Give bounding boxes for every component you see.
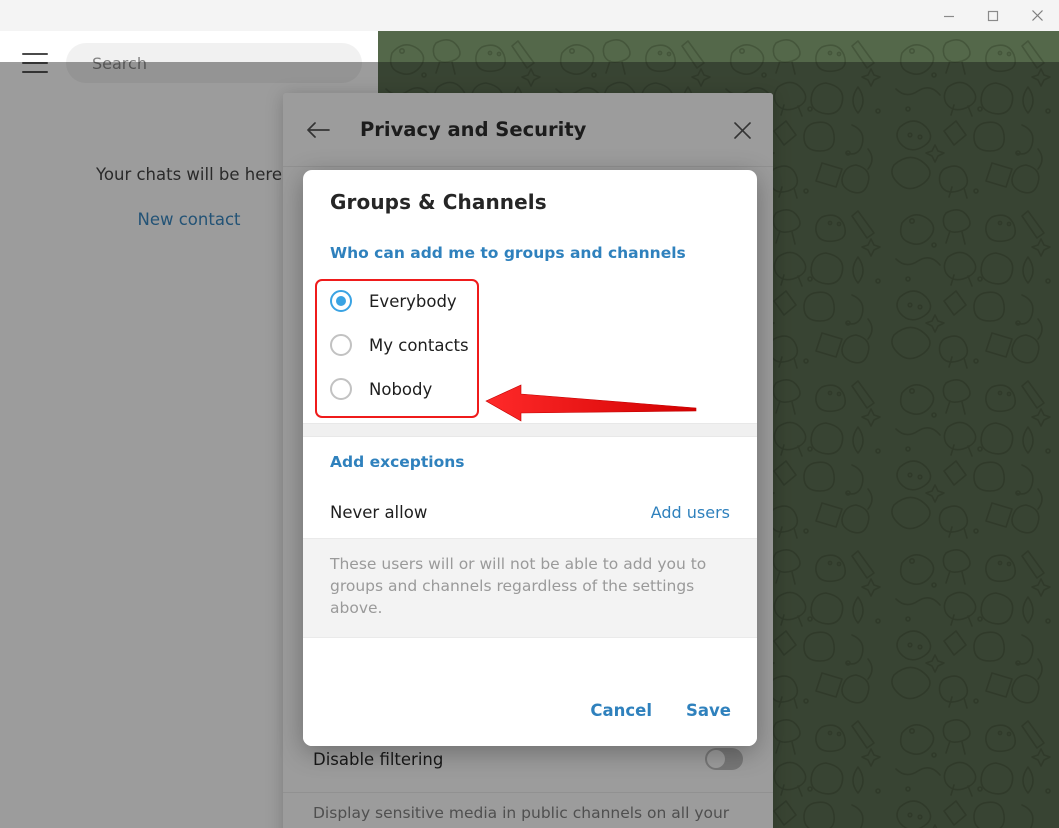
close-button[interactable] [1015,1,1059,31]
groups-channels-modal: Groups & Channels Who can add me to grou… [303,170,757,746]
save-button[interactable]: Save [686,701,731,720]
radio-unselected-icon [330,334,352,356]
maximize-button[interactable] [971,1,1015,31]
exceptions-info-text: These users will or will not be able to … [330,555,707,617]
radio-unselected-icon [330,378,352,400]
modal-title: Groups & Channels [330,190,547,214]
radio-option-nobody[interactable]: Nobody [316,367,488,411]
never-allow-label: Never allow [330,502,428,522]
minimize-button[interactable] [927,1,971,31]
cancel-button[interactable]: Cancel [590,701,652,720]
close-icon [1031,10,1043,21]
maximize-icon [987,10,999,21]
modal-subtitle: Who can add me to groups and channels [330,244,686,262]
radio-option-label: Nobody [369,379,433,399]
exceptions-info-box: These users will or will not be able to … [303,538,757,638]
modal-footer: Cancel Save [303,674,757,746]
add-users-link[interactable]: Add users [651,503,730,522]
never-allow-row[interactable]: Never allow Add users [303,490,757,534]
radio-option-label: My contacts [369,335,469,355]
radio-option-label: Everybody [369,291,457,311]
privacy-radio-group: Everybody My contacts Nobody [316,279,488,411]
telegram-window: Search Your chats will be here New conta… [0,0,1059,828]
add-exceptions-title: Add exceptions [330,453,465,471]
window-titlebar [0,0,1059,32]
radio-option-everybody[interactable]: Everybody [316,279,488,323]
modal-section-separator [303,423,757,437]
telegram-main-body: Search Your chats will be here New conta… [0,31,1059,828]
radio-option-my-contacts[interactable]: My contacts [316,323,488,367]
radio-selected-icon [330,290,352,312]
minimize-icon [944,15,954,17]
